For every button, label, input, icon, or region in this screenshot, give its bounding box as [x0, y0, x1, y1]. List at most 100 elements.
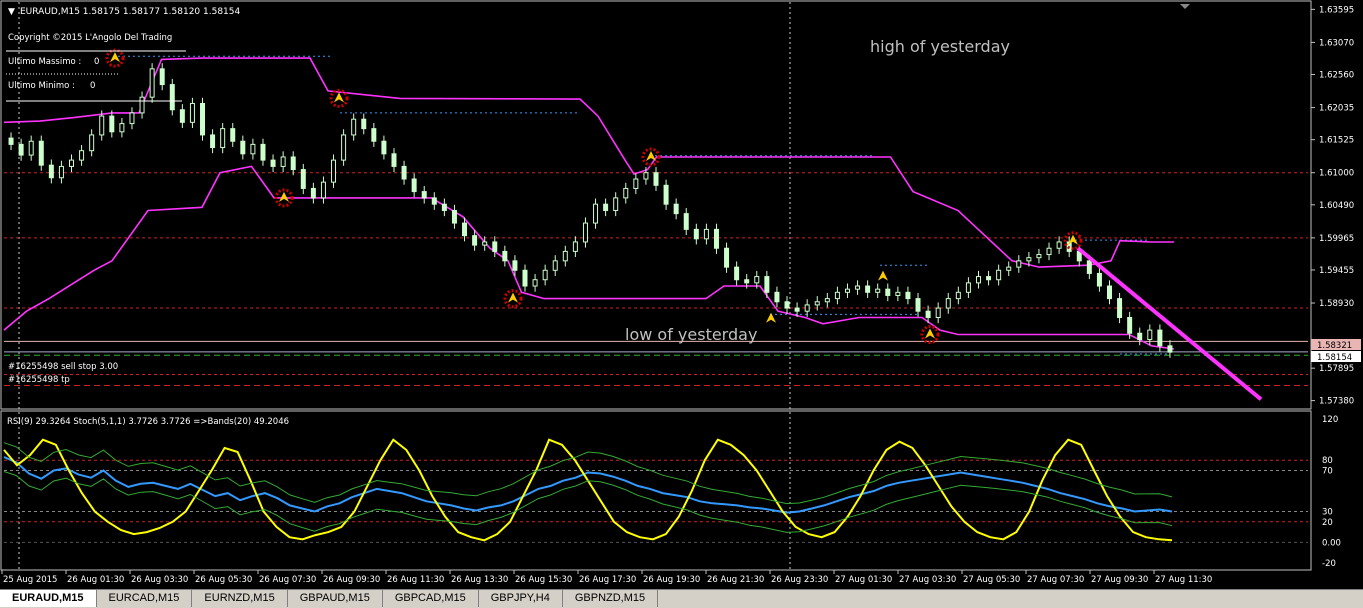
bear-candle [411, 178, 417, 193]
bear-candle [1127, 316, 1133, 334]
bull-candle [855, 285, 861, 290]
bear-candle [240, 140, 246, 155]
symbol-tab[interactable]: GBPAUD,M15 [288, 590, 383, 607]
bull-candle [89, 134, 95, 152]
bull-candle [996, 269, 1002, 281]
bear-candle [310, 187, 316, 199]
symbol-line: EURAUD,M15 1.58175 1.58177 1.58120 1.581… [20, 7, 241, 17]
bear-candle [1117, 298, 1123, 318]
bull-candle [754, 276, 760, 284]
bear-candle [512, 260, 518, 271]
bear-candle [391, 153, 397, 167]
bull-candle [804, 304, 810, 312]
time-tick-label: 26 Aug 07:30 [259, 575, 316, 585]
bear-candle [1086, 260, 1092, 274]
bull-candle [945, 298, 951, 309]
bear-candle [986, 276, 992, 281]
time-tick-label: 26 Aug 23:30 [771, 575, 828, 585]
time-tick-label: 26 Aug 13:30 [451, 575, 508, 585]
time-tick-label: 26 Aug 19:30 [643, 575, 700, 585]
bear-candle [18, 143, 24, 156]
bull-candle [1026, 257, 1032, 262]
bull-candle [99, 115, 105, 136]
bear-candle [270, 159, 276, 167]
bear-candle [361, 118, 367, 130]
bear-candle [179, 109, 185, 123]
bear-candle [1167, 345, 1173, 353]
price-tick-label: 1.60490 [1319, 201, 1354, 211]
symbol-tab[interactable]: GBPNZD,M15 [563, 590, 659, 607]
bear-candle [925, 310, 931, 318]
symbol-tab[interactable]: GBPJPY,H4 [479, 590, 563, 607]
bull-candle [1046, 247, 1052, 256]
bull-candle [1056, 241, 1062, 249]
price-tick-label: 1.62560 [1319, 71, 1354, 81]
bear-candle [381, 140, 387, 155]
bull-candle [935, 307, 941, 318]
price-tick-label: 1.57380 [1319, 397, 1354, 407]
ultimo-massimo-value: 0 [94, 57, 99, 67]
time-tick-label: 26 Aug 15:30 [515, 575, 572, 585]
price-tick-label: 1.62035 [1319, 104, 1354, 114]
bull-candle [331, 159, 337, 183]
bear-candle [673, 203, 679, 215]
main-chart-frame [0, 0, 1312, 410]
bear-candle [230, 128, 236, 142]
time-tick-label: 26 Aug 03:30 [131, 575, 188, 585]
bull-candle [129, 112, 135, 125]
bull-candle [1147, 329, 1153, 341]
indicator-tick-label: 0.00 [1322, 538, 1341, 548]
price-tick-label: 1.57895 [1319, 364, 1354, 374]
bull-candle [593, 203, 599, 224]
bull-candle [189, 102, 195, 123]
bear-candle [290, 156, 296, 171]
bear-candle [734, 266, 740, 281]
time-tick-label: 26 Aug 05:30 [195, 575, 252, 585]
bear-candle [441, 203, 447, 211]
time-tick-label: 27 Aug 01:30 [835, 575, 892, 585]
bull-candle [643, 172, 649, 180]
tp-order-label[interactable]: #16255498 tp [8, 375, 70, 385]
bull-candle [1006, 266, 1012, 271]
bear-candle [502, 250, 508, 262]
bear-candle [109, 115, 115, 133]
bull-candle [572, 241, 578, 252]
bull-candle [482, 241, 488, 246]
time-tick-label: 27 Aug 09:30 [1091, 575, 1148, 585]
bear-candle [401, 165, 407, 180]
price-tick-label: 1.61525 [1319, 136, 1354, 146]
chart-area[interactable]: 1.63595 1.63070 1.62560 1.62035 1.61525 1.610… [0, 0, 1363, 589]
bull-candle [119, 123, 125, 133]
bull-candle [875, 288, 881, 293]
symbol-tab[interactable]: EURNZD,M15 [192, 590, 288, 607]
bear-candle [885, 288, 891, 296]
bear-candle [663, 184, 669, 205]
indicator-tick-label: -20 [1322, 559, 1336, 569]
ask-price-tag-text: 1.58321 [1317, 341, 1352, 351]
ultimo-minimo-label: Ultimo Minimo : [8, 81, 75, 91]
price-tick-label: 1.63595 [1319, 5, 1354, 15]
bear-candle [472, 235, 478, 246]
price-tick-label: 1.58930 [1319, 299, 1354, 309]
collapse-arrow-icon[interactable]: ▼ [8, 7, 15, 17]
bear-candle [38, 140, 44, 166]
bear-candle [915, 298, 921, 312]
bull-candle [139, 96, 145, 114]
symbol-tab[interactable]: EURCAD,M15 [97, 590, 193, 607]
time-tick-label: 25 Aug 2015 [3, 575, 57, 585]
bull-candle [220, 128, 226, 149]
bull-candle [250, 143, 256, 155]
bear-candle [462, 222, 468, 237]
time-tick-label: 27 Aug 03:30 [899, 575, 956, 585]
indicator-header: RSI(9) 29.3264 Stoch(5,1,1) 3.7726 3.772… [7, 417, 289, 427]
bear-candle [260, 143, 266, 161]
bear-candle [693, 228, 699, 240]
bull-candle [633, 178, 639, 189]
symbol-tab[interactable]: EURAUD,M15 [0, 590, 97, 607]
time-axis: 25 Aug 2015 26 Aug 01:30 26 Aug 03:30 26 Au… [1, 570, 1212, 585]
sell-stop-order-label[interactable]: #16255498 sell stop 3.00 [8, 362, 118, 372]
symbol-tab[interactable]: GBPCAD,M15 [383, 590, 479, 607]
low-of-yesterday-label: low of yesterday [625, 325, 757, 344]
bull-candle [28, 140, 34, 156]
price-chart[interactable]: 1.63595 1.63070 1.62560 1.62035 1.61525 1.610… [0, 0, 1363, 589]
